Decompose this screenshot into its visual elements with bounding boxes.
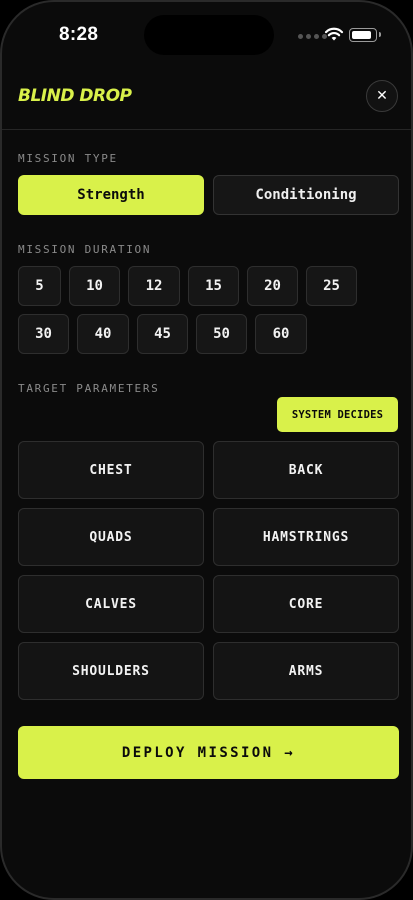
deploy-mission-button[interactable]: DEPLOY MISSION →	[18, 726, 399, 779]
duration-option[interactable]: 12	[128, 266, 180, 306]
duration-option[interactable]: 20	[247, 266, 298, 306]
target-quads-button[interactable]: QUADS	[18, 508, 204, 566]
target-shoulders-button[interactable]: SHOULDERS	[18, 642, 204, 700]
target-chest-button[interactable]: CHEST	[18, 441, 204, 499]
app-title: BLIND DROP	[18, 86, 132, 106]
status-bar: 8:28	[2, 2, 411, 68]
mission-type-conditioning-button[interactable]: Conditioning	[213, 175, 399, 215]
duration-option[interactable]: 50	[196, 314, 247, 354]
target-arms-button[interactable]: ARMS	[213, 642, 399, 700]
system-decides-button[interactable]: SYSTEM DECIDES	[277, 397, 398, 432]
mission-type-label: MISSION TYPE	[18, 152, 118, 165]
target-back-button[interactable]: BACK	[213, 441, 399, 499]
target-parameters-label: TARGET PARAMETERS	[18, 382, 160, 395]
duration-option[interactable]: 40	[77, 314, 129, 354]
target-core-button[interactable]: CORE	[213, 575, 399, 633]
dynamic-island	[144, 15, 274, 55]
duration-option[interactable]: 15	[188, 266, 239, 306]
app-header: BLIND DROP ✕	[2, 68, 411, 130]
target-calves-button[interactable]: CALVES	[18, 575, 204, 633]
duration-option[interactable]: 25	[306, 266, 357, 306]
battery-icon	[349, 28, 381, 42]
duration-option[interactable]: 45	[137, 314, 188, 354]
close-button[interactable]: ✕	[366, 80, 398, 112]
mission-duration-label: MISSION DURATION	[18, 243, 152, 256]
target-hamstrings-button[interactable]: HAMSTRINGS	[213, 508, 399, 566]
app-screen: 8:28 BLIND DROP ✕ MISSION TYPE Strength …	[0, 0, 413, 900]
duration-option[interactable]: 10	[69, 266, 120, 306]
duration-option[interactable]: 30	[18, 314, 69, 354]
wifi-icon	[324, 27, 344, 41]
status-time: 8:28	[59, 24, 99, 45]
mission-type-strength-button[interactable]: Strength	[18, 175, 204, 215]
close-icon: ✕	[376, 88, 388, 104]
duration-option[interactable]: 5	[18, 266, 61, 306]
duration-option[interactable]: 60	[255, 314, 307, 354]
cellular-signal-icon	[298, 34, 327, 39]
